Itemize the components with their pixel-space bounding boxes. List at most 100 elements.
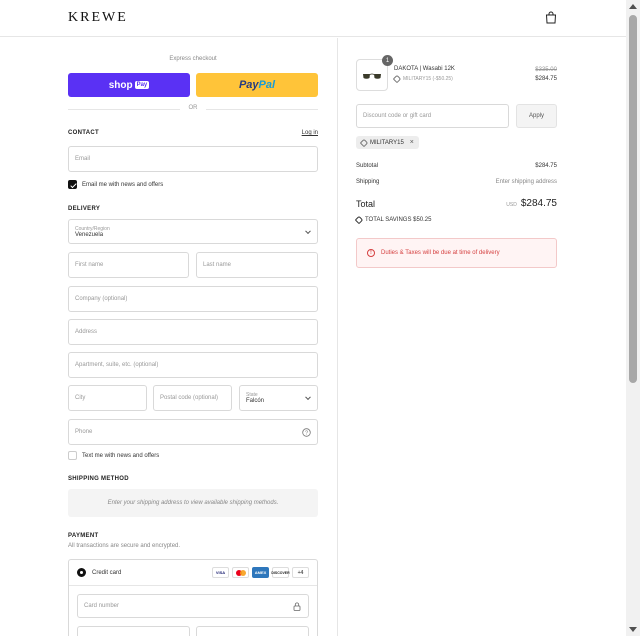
news-checkbox-row[interactable]: Email me with news and offers: [68, 180, 163, 189]
payment-subtitle: All transactions are secure and encrypte…: [68, 543, 181, 549]
currency-code: USD: [506, 202, 517, 208]
subtotal-value: $284.75: [535, 163, 557, 169]
total-amount: $284.75: [520, 198, 557, 209]
duties-notice-text: Duties & Taxes will be due at time of de…: [381, 250, 500, 256]
postal-placeholder: Postal code (optional): [160, 395, 219, 401]
postal-code-field[interactable]: Postal code (optional): [153, 385, 232, 411]
shipping-method-title: SHIPPING METHOD: [68, 476, 129, 482]
shipping-row: Shipping Enter shipping address: [356, 179, 557, 185]
paypal-logo-a: Pay: [238, 79, 259, 91]
shopping-bag-icon[interactable]: [545, 11, 557, 24]
sunglasses-icon: [363, 73, 381, 79]
brand-logo[interactable]: KREWE: [68, 10, 128, 26]
item-price: $284.75: [535, 76, 557, 82]
payment-box: Credit card VISA AMEX DISCOVER +4 Card n…: [68, 559, 318, 636]
alert-icon: !: [367, 249, 375, 257]
city-field[interactable]: City: [68, 385, 147, 411]
column-divider: [337, 38, 338, 636]
paypal-logo-b: Pal: [258, 79, 276, 91]
remove-code-icon[interactable]: ×: [410, 139, 414, 146]
product-name: DAKOTA | Wasabi 12K: [394, 66, 455, 72]
credit-card-label: Credit card: [92, 569, 122, 576]
subtotal-label: Subtotal: [356, 163, 379, 169]
credit-card-radio[interactable]: [77, 568, 86, 577]
express-checkout-title: Express checkout: [169, 56, 217, 62]
tag-icon: [354, 215, 364, 225]
state-value: Falcón: [246, 398, 265, 404]
subtotal-row: Subtotal $284.75: [356, 163, 557, 169]
mastercard-icon: [232, 567, 249, 578]
or-text: OR: [188, 105, 198, 111]
help-icon[interactable]: ?: [302, 428, 311, 437]
duties-notice: ! Duties & Taxes will be due at time of …: [356, 238, 557, 268]
apply-button[interactable]: Apply: [516, 104, 557, 128]
or-divider: OR: [68, 104, 318, 114]
apartment-placeholder: Apartment, suite, etc. (optional): [75, 362, 159, 368]
chevron-down-icon: [305, 394, 311, 401]
email-field[interactable]: Email: [68, 146, 318, 172]
scroll-up-icon[interactable]: [629, 4, 637, 9]
card-number-placeholder: Card number: [84, 603, 120, 609]
security-code-field[interactable]: [196, 626, 309, 636]
product-discount: MILITARY15 (-$50.25): [392, 74, 453, 84]
last-name-field[interactable]: Last name: [196, 252, 318, 278]
scroll-thumb[interactable]: [629, 15, 637, 383]
phone-placeholder: Phone: [75, 429, 93, 435]
delivery-title: DELIVERY: [68, 206, 101, 212]
first-name-field[interactable]: First name: [68, 252, 189, 278]
city-placeholder: City: [75, 395, 86, 401]
card-brands: VISA AMEX DISCOVER +4: [212, 567, 309, 578]
tag-icon: [392, 74, 402, 84]
tag-icon: [359, 138, 369, 147]
shipping-value: Enter shipping address: [495, 179, 557, 185]
shipping-label: Shipping: [356, 179, 380, 185]
product-discount-text: MILITARY15 (-$50.25): [403, 76, 453, 82]
shop-pay-button[interactable]: shop Pay: [68, 73, 190, 97]
first-name-placeholder: First name: [75, 262, 104, 268]
chevron-down-icon: [305, 227, 311, 234]
address-field[interactable]: Address: [68, 319, 318, 345]
total-row: Total USD $284.75: [356, 198, 557, 209]
scrollbar[interactable]: [626, 0, 640, 636]
card-number-field[interactable]: Card number: [77, 594, 309, 618]
quantity-badge: 1: [382, 55, 393, 66]
scroll-down-icon[interactable]: [629, 627, 637, 632]
news-checkbox[interactable]: [68, 180, 77, 189]
visa-icon: VISA: [212, 567, 229, 578]
country-value: Venezuela: [75, 231, 104, 238]
shop-pay-label: shop: [108, 79, 133, 91]
more-cards-badge: +4: [292, 567, 309, 578]
total-label: Total: [356, 199, 376, 209]
applied-code: MILITARY15: [370, 139, 404, 146]
expiry-field[interactable]: [77, 626, 190, 636]
phone-field[interactable]: Phone ?: [68, 419, 318, 445]
country-select[interactable]: Country/Region Venezuela: [68, 219, 318, 244]
total-savings: TOTAL SAVINGS $50.25: [354, 215, 431, 225]
discover-icon: DISCOVER: [271, 567, 290, 578]
state-select[interactable]: State Falcón: [239, 385, 318, 411]
text-label: Text me with news and offers: [82, 452, 160, 459]
shop-pay-pill: Pay: [134, 81, 150, 89]
discount-placeholder: Discount code or gift card: [363, 113, 432, 119]
text-checkbox-row[interactable]: Text me with news and offers: [68, 451, 159, 460]
email-placeholder: Email: [75, 156, 91, 162]
paypal-button[interactable]: Pay Pal: [196, 73, 318, 97]
apartment-field[interactable]: Apartment, suite, etc. (optional): [68, 352, 318, 378]
contact-title: CONTACT: [68, 130, 99, 136]
company-placeholder: Company (optional): [75, 296, 128, 302]
original-price: $335.00: [535, 67, 557, 73]
product-thumbnail: 1: [356, 55, 393, 91]
text-checkbox[interactable]: [68, 451, 77, 460]
shipping-methods-box: Enter your shipping address to view avai…: [68, 489, 318, 517]
news-label: Email me with news and offers: [82, 181, 164, 188]
shipping-message: Enter your shipping address to view avai…: [107, 500, 279, 506]
svg-text:?: ?: [305, 431, 308, 437]
login-link[interactable]: Log in: [302, 130, 318, 136]
credit-card-option[interactable]: Credit card VISA AMEX DISCOVER +4: [69, 560, 317, 586]
or-line-right: [206, 109, 318, 110]
header: KREWE: [0, 0, 626, 37]
applied-code-chip: MILITARY15 ×: [356, 136, 419, 149]
company-field[interactable]: Company (optional): [68, 286, 318, 312]
last-name-placeholder: Last name: [203, 262, 232, 268]
discount-code-input[interactable]: Discount code or gift card: [356, 104, 509, 128]
